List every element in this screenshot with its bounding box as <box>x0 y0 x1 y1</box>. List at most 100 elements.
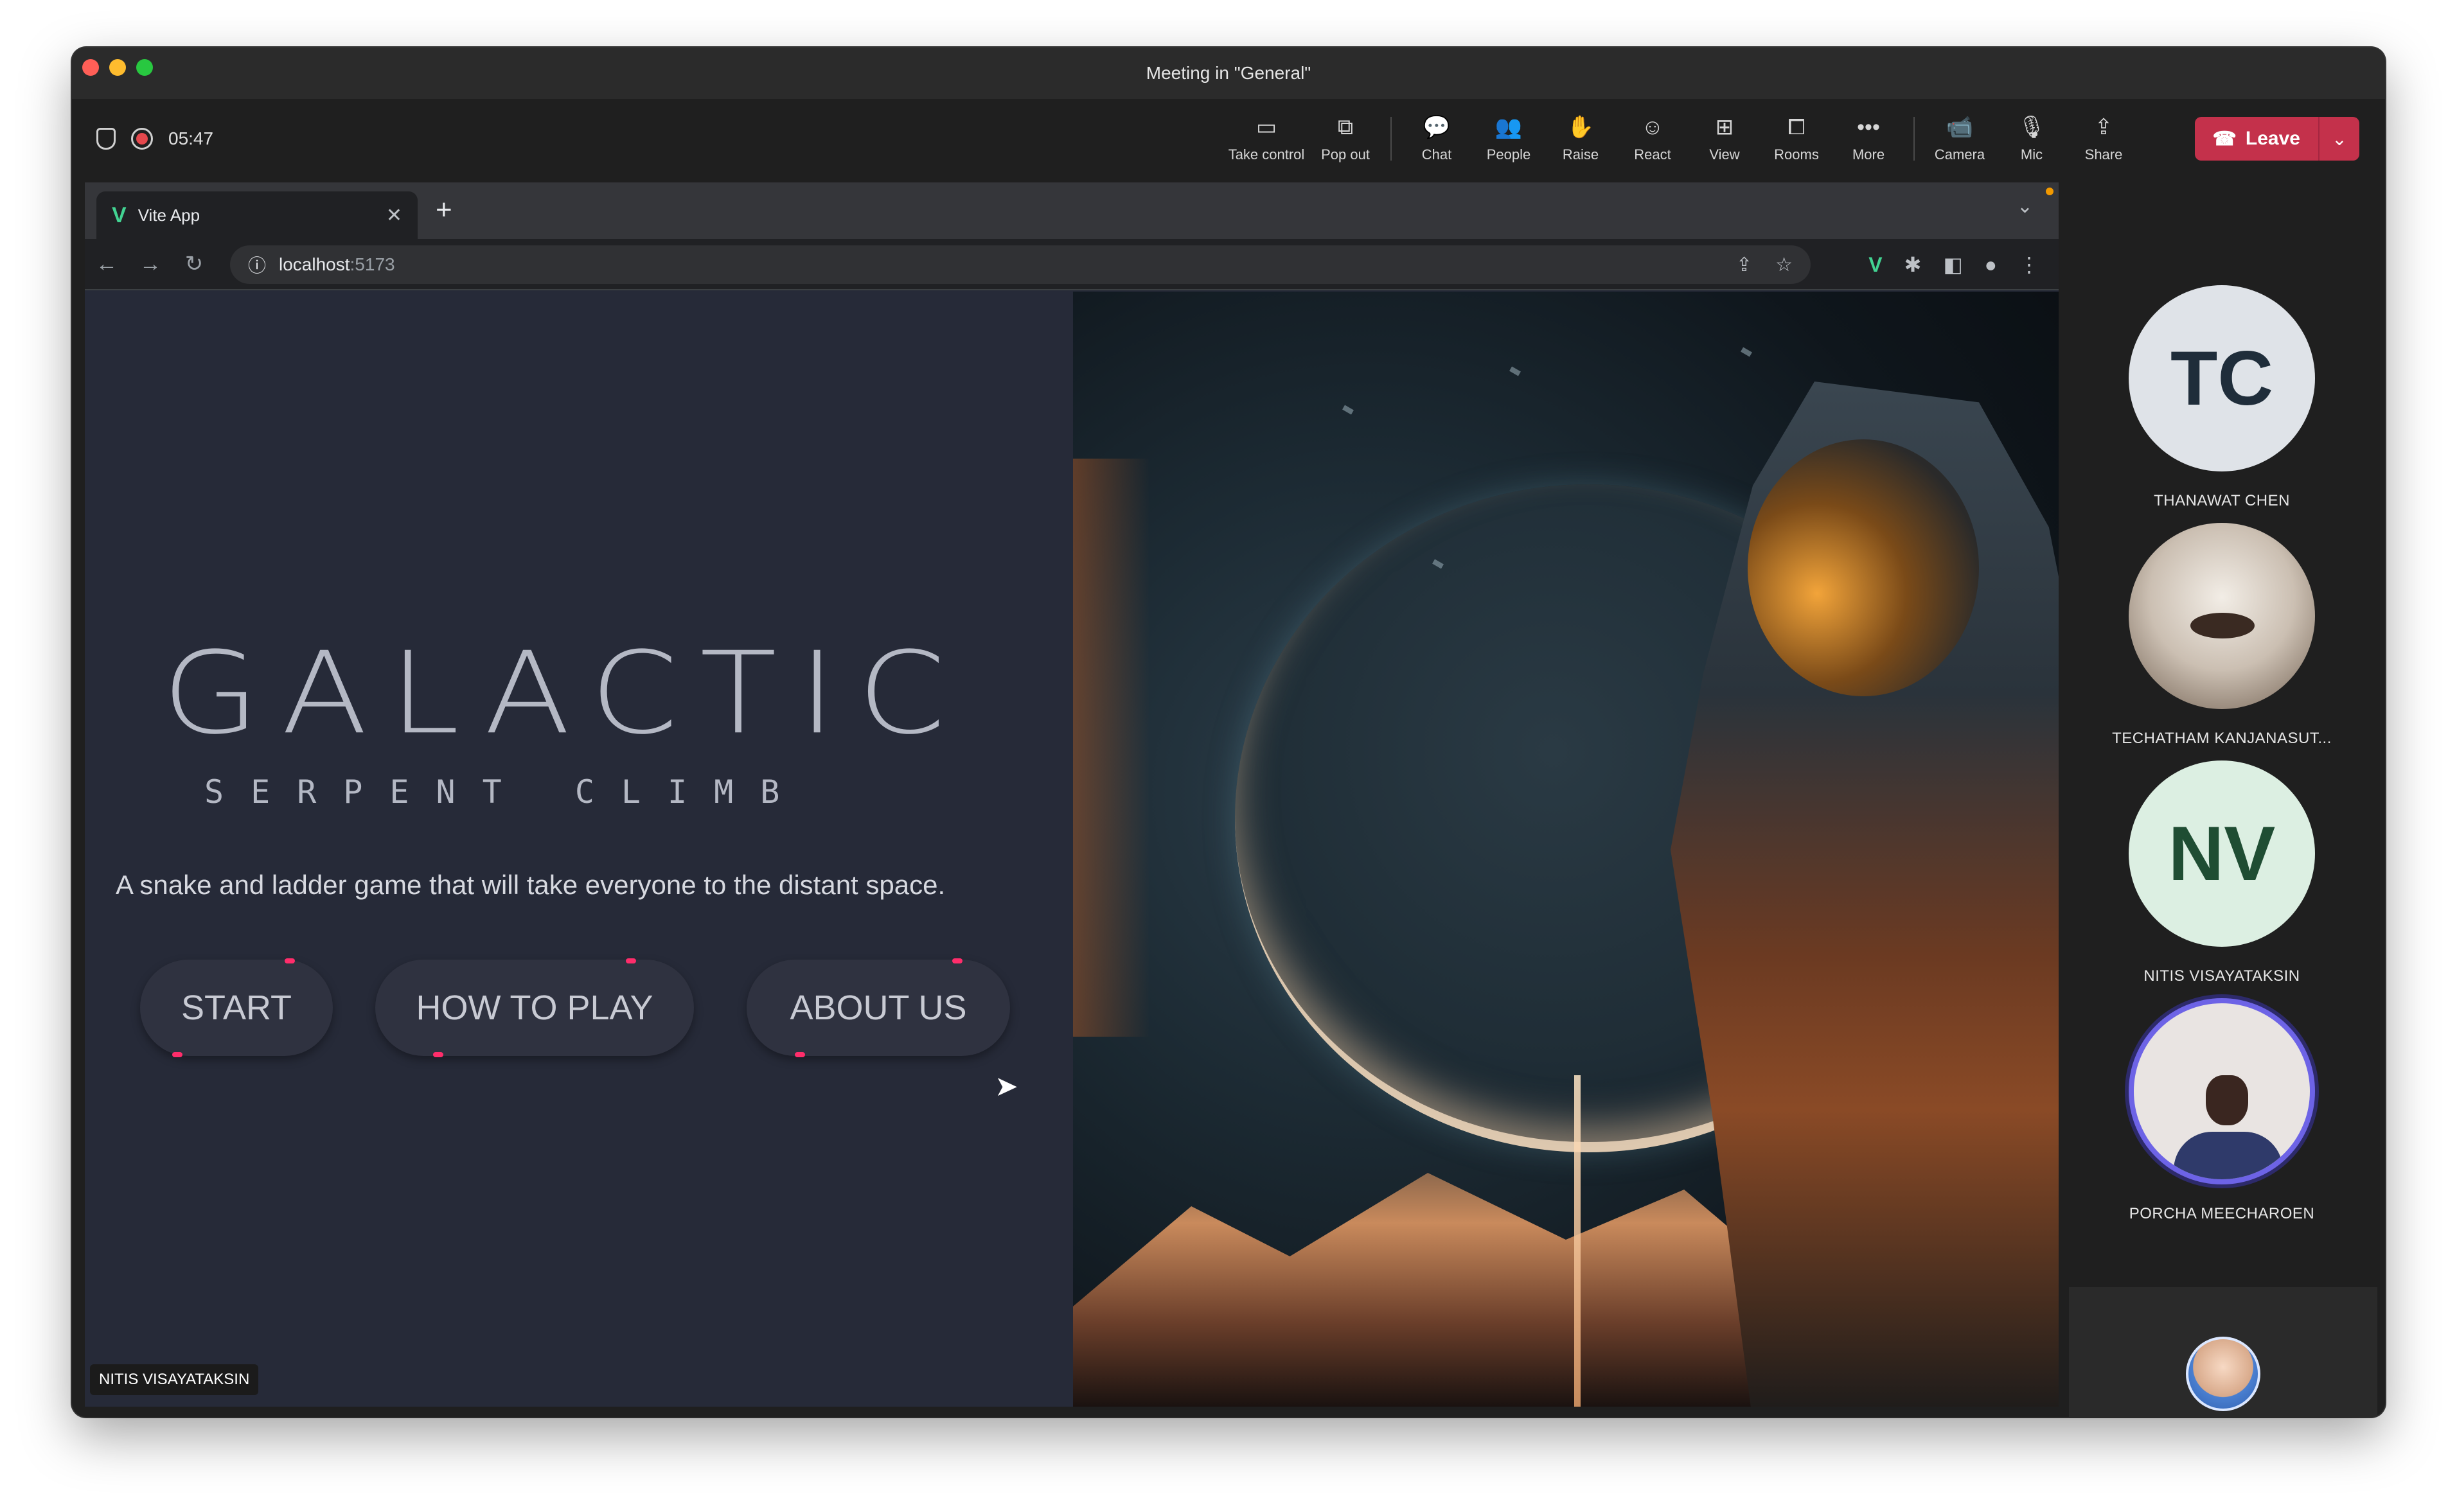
forward-icon[interactable]: → <box>129 252 172 277</box>
game-menu-panel: GALACTIC SERPENT CLIMB A snake and ladde… <box>85 292 1073 1407</box>
reload-icon[interactable]: ↻ <box>172 251 216 277</box>
react-button[interactable]: ☺ React <box>1617 103 1689 174</box>
take-control-button[interactable]: ▭ Take control <box>1223 103 1309 174</box>
people-button[interactable]: 👥 People <box>1473 103 1545 174</box>
participants-panel: TC THANAWAT CHEN TECHATHAM KANJANASUT...… <box>2059 182 2385 1417</box>
omnibox-actions: ⇪ ☆ <box>1736 254 1793 276</box>
mic-label: Mic <box>2020 146 2043 163</box>
light-beam <box>1574 1075 1581 1407</box>
glow-accent <box>172 1052 182 1057</box>
raise-button[interactable]: ✋ Raise <box>1545 103 1617 174</box>
game-tagline: A snake and ladder game that will take e… <box>116 870 946 900</box>
share-label: Share <box>2084 146 2123 163</box>
window-controls <box>82 59 153 76</box>
glow-accent <box>433 1052 443 1057</box>
close-tab-icon[interactable]: ✕ <box>386 204 402 227</box>
glow-accent <box>626 958 636 963</box>
browser-tab[interactable]: V Vite App ✕ <box>96 191 418 239</box>
about-us-label: ABOUT US <box>790 989 967 1027</box>
rooms-button[interactable]: ⧠ Rooms <box>1761 103 1832 174</box>
address-bar-row: ← → ↻ ⓘ localhost:5173 ⇪ ☆ V ✱ ◧ ● ⋮ <box>85 239 2059 290</box>
maximize-window-button[interactable] <box>136 59 153 76</box>
self-avatar <box>2186 1337 2260 1411</box>
mic-button[interactable]: 🎙 Mic <box>1996 103 2068 174</box>
avatar-photo-detail <box>2206 1075 2248 1125</box>
participant-tile[interactable]: PORCHA MEECHAROEN <box>2059 998 2385 1223</box>
share-button[interactable]: ⇪ Share <box>2068 103 2140 174</box>
avatar-photo-detail <box>2174 1132 2283 1179</box>
site-info-icon[interactable]: ⓘ <box>248 252 266 277</box>
participant-tile[interactable]: NV NITIS VISAYATAKSIN <box>2059 760 2385 985</box>
participant-name: TECHATHAM KANJANASUT... <box>2112 730 2332 747</box>
leave-options-button[interactable]: ⌄ <box>2318 117 2359 161</box>
extensions-puzzle-icon[interactable]: ✱ <box>1904 252 1922 277</box>
take-control-icon: ▭ <box>1255 115 1277 139</box>
leave-button[interactable]: ☎ Leave <box>2194 117 2318 161</box>
browser-menu-icon[interactable]: ⋮ <box>2019 252 2039 277</box>
raise-hand-icon: ✋ <box>1566 115 1595 139</box>
back-icon[interactable]: ← <box>85 252 129 277</box>
toolbar-separator <box>1913 117 1915 161</box>
avatar: NV <box>2129 760 2315 947</box>
side-panel-icon[interactable]: ◧ <box>1943 252 1962 277</box>
take-control-label: Take control <box>1228 146 1305 163</box>
about-us-button[interactable]: ABOUT US <box>747 958 1010 1057</box>
window-title: Meeting in "General" <box>1146 63 1311 83</box>
profile-icon[interactable]: ● <box>1985 253 1997 277</box>
web-page: GALACTIC SERPENT CLIMB A snake and ladde… <box>85 292 2059 1407</box>
avatar: TC <box>2129 285 2315 471</box>
minimize-window-button[interactable] <box>109 59 126 76</box>
meeting-timer: 05:47 <box>168 128 214 148</box>
camera-button[interactable]: 📹 Camera <box>1924 103 1996 174</box>
chat-label: Chat <box>1421 146 1452 163</box>
avatar-photo-detail <box>2190 613 2255 638</box>
chat-icon: 💬 <box>1423 115 1451 139</box>
pop-out-button[interactable]: ⧉ Pop out <box>1309 103 1381 174</box>
rooms-icon: ⧠ <box>1787 115 1805 139</box>
recording-icon <box>131 128 153 150</box>
pop-out-icon: ⧉ <box>1337 115 1354 139</box>
pop-out-label: Pop out <box>1321 146 1370 163</box>
self-video-tile[interactable] <box>2069 1287 2377 1417</box>
people-label: People <box>1486 146 1531 163</box>
view-button[interactable]: ⊞ View <box>1689 103 1761 174</box>
share-page-icon[interactable]: ⇪ <box>1736 254 1752 276</box>
new-tab-icon[interactable]: + <box>436 194 452 226</box>
mic-icon: 🎙 <box>2018 115 2046 139</box>
more-icon: ••• <box>1857 115 1880 139</box>
participant-tile[interactable]: TECHATHAM KANJANASUT... <box>2059 523 2385 748</box>
url-bar[interactable]: ⓘ localhost:5173 ⇪ ☆ <box>230 245 1811 284</box>
chat-button[interactable]: 💬 Chat <box>1401 103 1473 174</box>
astronaut-artwork <box>1073 292 2059 1407</box>
how-to-play-label: HOW TO PLAY <box>416 989 653 1027</box>
glow-accent <box>285 958 295 963</box>
start-button[interactable]: START <box>140 958 333 1057</box>
more-button[interactable]: ••• More <box>1832 103 1904 174</box>
tab-search-chevron-icon[interactable]: ⌄ <box>2017 195 2033 218</box>
vue-devtools-icon[interactable]: V <box>1868 253 1882 277</box>
presenter-name-tag: NITIS VISAYATAKSIN <box>90 1364 259 1395</box>
station-glow <box>1073 459 1150 1037</box>
title-bar: Meeting in "General" <box>72 48 2385 99</box>
participant-tile[interactable]: TC THANAWAT CHEN <box>2059 285 2385 510</box>
participant-name: THANAWAT CHEN <box>2154 492 2290 509</box>
url-text: localhost:5173 <box>279 254 395 275</box>
glow-accent <box>952 958 962 963</box>
toolbar-actions: ▭ Take control ⧉ Pop out 💬 Chat 👥 People ✋ Raise ☺… <box>1223 99 2140 179</box>
hang-up-icon: ☎ <box>2212 128 2237 150</box>
raise-label: Raise <box>1562 146 1599 163</box>
leave-label: Leave <box>2245 128 2300 149</box>
participant-name: PORCHA MEECHAROEN <box>2129 1205 2315 1222</box>
tab-title: Vite App <box>137 205 200 225</box>
how-to-play-button[interactable]: HOW TO PLAY <box>375 958 694 1057</box>
react-icon: ☺ <box>1641 115 1664 139</box>
bookmark-star-icon[interactable]: ☆ <box>1775 254 1793 276</box>
meeting-toolbar: 05:47 ▭ Take control ⧉ Pop out 💬 Chat 👥 People ✋… <box>72 99 2385 179</box>
avatar <box>2129 523 2315 709</box>
close-window-button[interactable] <box>82 59 99 76</box>
url-port: :5173 <box>350 254 395 274</box>
more-label: More <box>1852 146 1885 163</box>
leave-group: ☎ Leave ⌄ <box>2194 117 2359 161</box>
mouse-cursor-icon: ➤ <box>995 1071 1018 1102</box>
avatar <box>2129 998 2315 1184</box>
